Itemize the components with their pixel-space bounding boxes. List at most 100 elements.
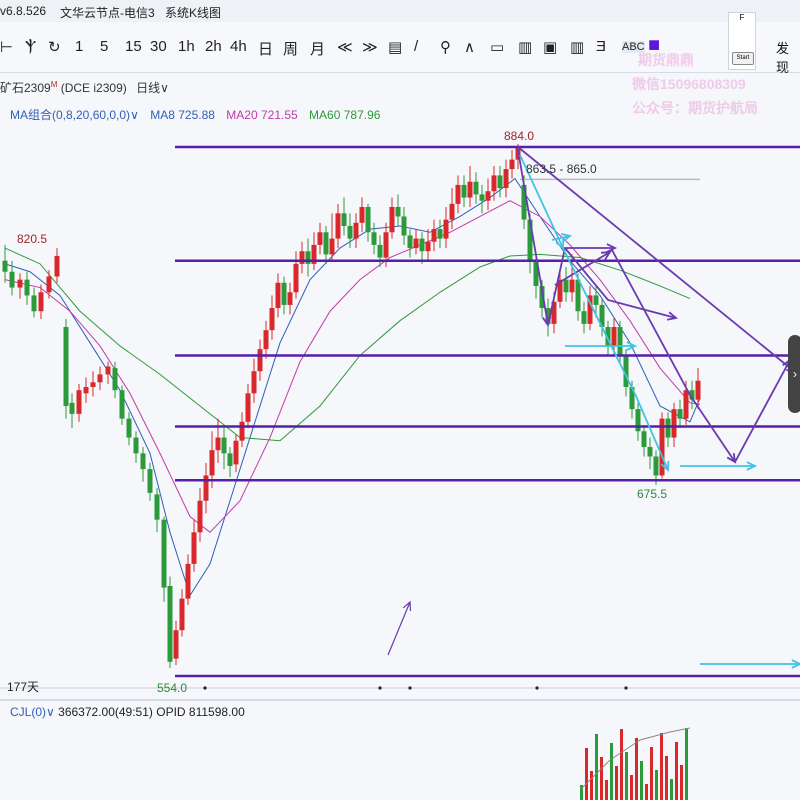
volume-bar [620, 729, 623, 800]
candle-body [221, 437, 227, 454]
candle-body [575, 279, 581, 312]
label-recent-low: 675.5 [637, 487, 667, 501]
time-axis-marker-2 [408, 686, 412, 690]
candle-body [281, 282, 287, 305]
candle-body [263, 330, 269, 350]
candle-body [233, 440, 239, 465]
ma8-line [4, 177, 701, 597]
candle-body [431, 229, 437, 242]
volume-bar [670, 779, 673, 800]
candle-body [323, 232, 329, 255]
candle-body [269, 308, 275, 331]
candle-body [17, 279, 23, 288]
kline-chart[interactable]: 884.0 863.5 - 865.0 820.5 675.5 554.0 [0, 0, 800, 800]
candle-body [365, 207, 371, 233]
candle-body [54, 255, 60, 277]
label-high-peak: 884.0 [504, 129, 534, 143]
time-axis-marker-1 [378, 686, 382, 690]
volume-bar [585, 748, 588, 800]
candle-body [635, 409, 641, 432]
candle-body [251, 371, 257, 394]
candle-body [479, 194, 485, 201]
candle-body [617, 327, 623, 356]
candle-body [377, 244, 383, 258]
candle-body [461, 184, 467, 198]
volume-bar [650, 747, 653, 800]
candle-body [154, 494, 160, 520]
volume-bar [605, 780, 608, 800]
candle-body [395, 207, 401, 217]
candle-body [389, 207, 395, 233]
volume-info-bar: CJL(0)∨ 366372.00(49:51) OPID 811598.00 [10, 705, 245, 719]
days-count-label: 177天 [7, 680, 40, 694]
candle-body [641, 431, 647, 448]
cjl-label[interactable]: CJL(0) [10, 705, 46, 719]
candle-body [419, 238, 425, 252]
candle-body [563, 279, 569, 293]
candle-body [677, 409, 683, 419]
candle-body [173, 630, 179, 659]
candle-body [383, 232, 389, 258]
arrow-cyan-b [562, 247, 669, 471]
candle-body [197, 500, 203, 533]
candle-body [133, 437, 139, 454]
candle-body [299, 251, 305, 264]
candle-body [119, 390, 125, 419]
time-axis-marker-4 [624, 686, 628, 690]
candle-body [509, 159, 515, 170]
candle-body [31, 295, 37, 312]
candle-body [245, 393, 251, 422]
candle-body [473, 181, 479, 195]
candle-body [359, 207, 365, 223]
candle-body [185, 563, 191, 599]
candle-body [491, 175, 497, 192]
candle-body [257, 349, 263, 372]
candle-body [569, 279, 575, 293]
candle-body [353, 222, 359, 239]
candle-body [83, 387, 89, 394]
candle-body [449, 203, 455, 220]
candle-body [90, 382, 96, 388]
volume-bar [665, 756, 668, 800]
candle-body [105, 366, 111, 375]
volume-bar [590, 771, 593, 800]
cjl-values: 366372.00(49:51) [58, 705, 153, 719]
candle-body [9, 271, 15, 288]
candle-body [413, 238, 419, 249]
scroll-handle[interactable]: › [788, 335, 800, 413]
volume-bar [685, 728, 688, 800]
candle-body [112, 368, 118, 391]
candle-body [341, 213, 347, 226]
chevron-down-icon[interactable]: ∨ [46, 705, 55, 719]
candle-body [209, 450, 215, 476]
candle-body [140, 453, 146, 470]
candle-body [581, 311, 587, 324]
candle-body [167, 585, 173, 662]
candle-body [611, 327, 617, 346]
candle-body [467, 181, 473, 198]
volume-bar [615, 766, 618, 800]
candle-body [497, 175, 503, 189]
volume-bar [600, 757, 603, 800]
volume-bar [645, 784, 648, 800]
label-resistance: 863.5 - 865.0 [526, 162, 597, 176]
ma60-line [4, 247, 691, 442]
candle-body [317, 232, 323, 245]
candle-body [647, 447, 653, 457]
candle-body [2, 260, 8, 272]
candle-body [443, 219, 449, 239]
candle-body [305, 251, 311, 264]
opid-value: OPID 811598.00 [156, 705, 245, 719]
volume-bar [660, 733, 663, 800]
candle-body [24, 279, 30, 296]
candle-body [485, 191, 491, 201]
candle-body [401, 216, 407, 236]
candle-body [97, 374, 103, 383]
candle-body [239, 421, 245, 441]
candle-body [293, 263, 299, 293]
candle-body [653, 456, 659, 476]
label-all-low: 554.0 [157, 681, 187, 695]
volume-bar [625, 752, 628, 800]
candle-body [227, 453, 233, 466]
time-axis-marker-0 [203, 686, 207, 690]
